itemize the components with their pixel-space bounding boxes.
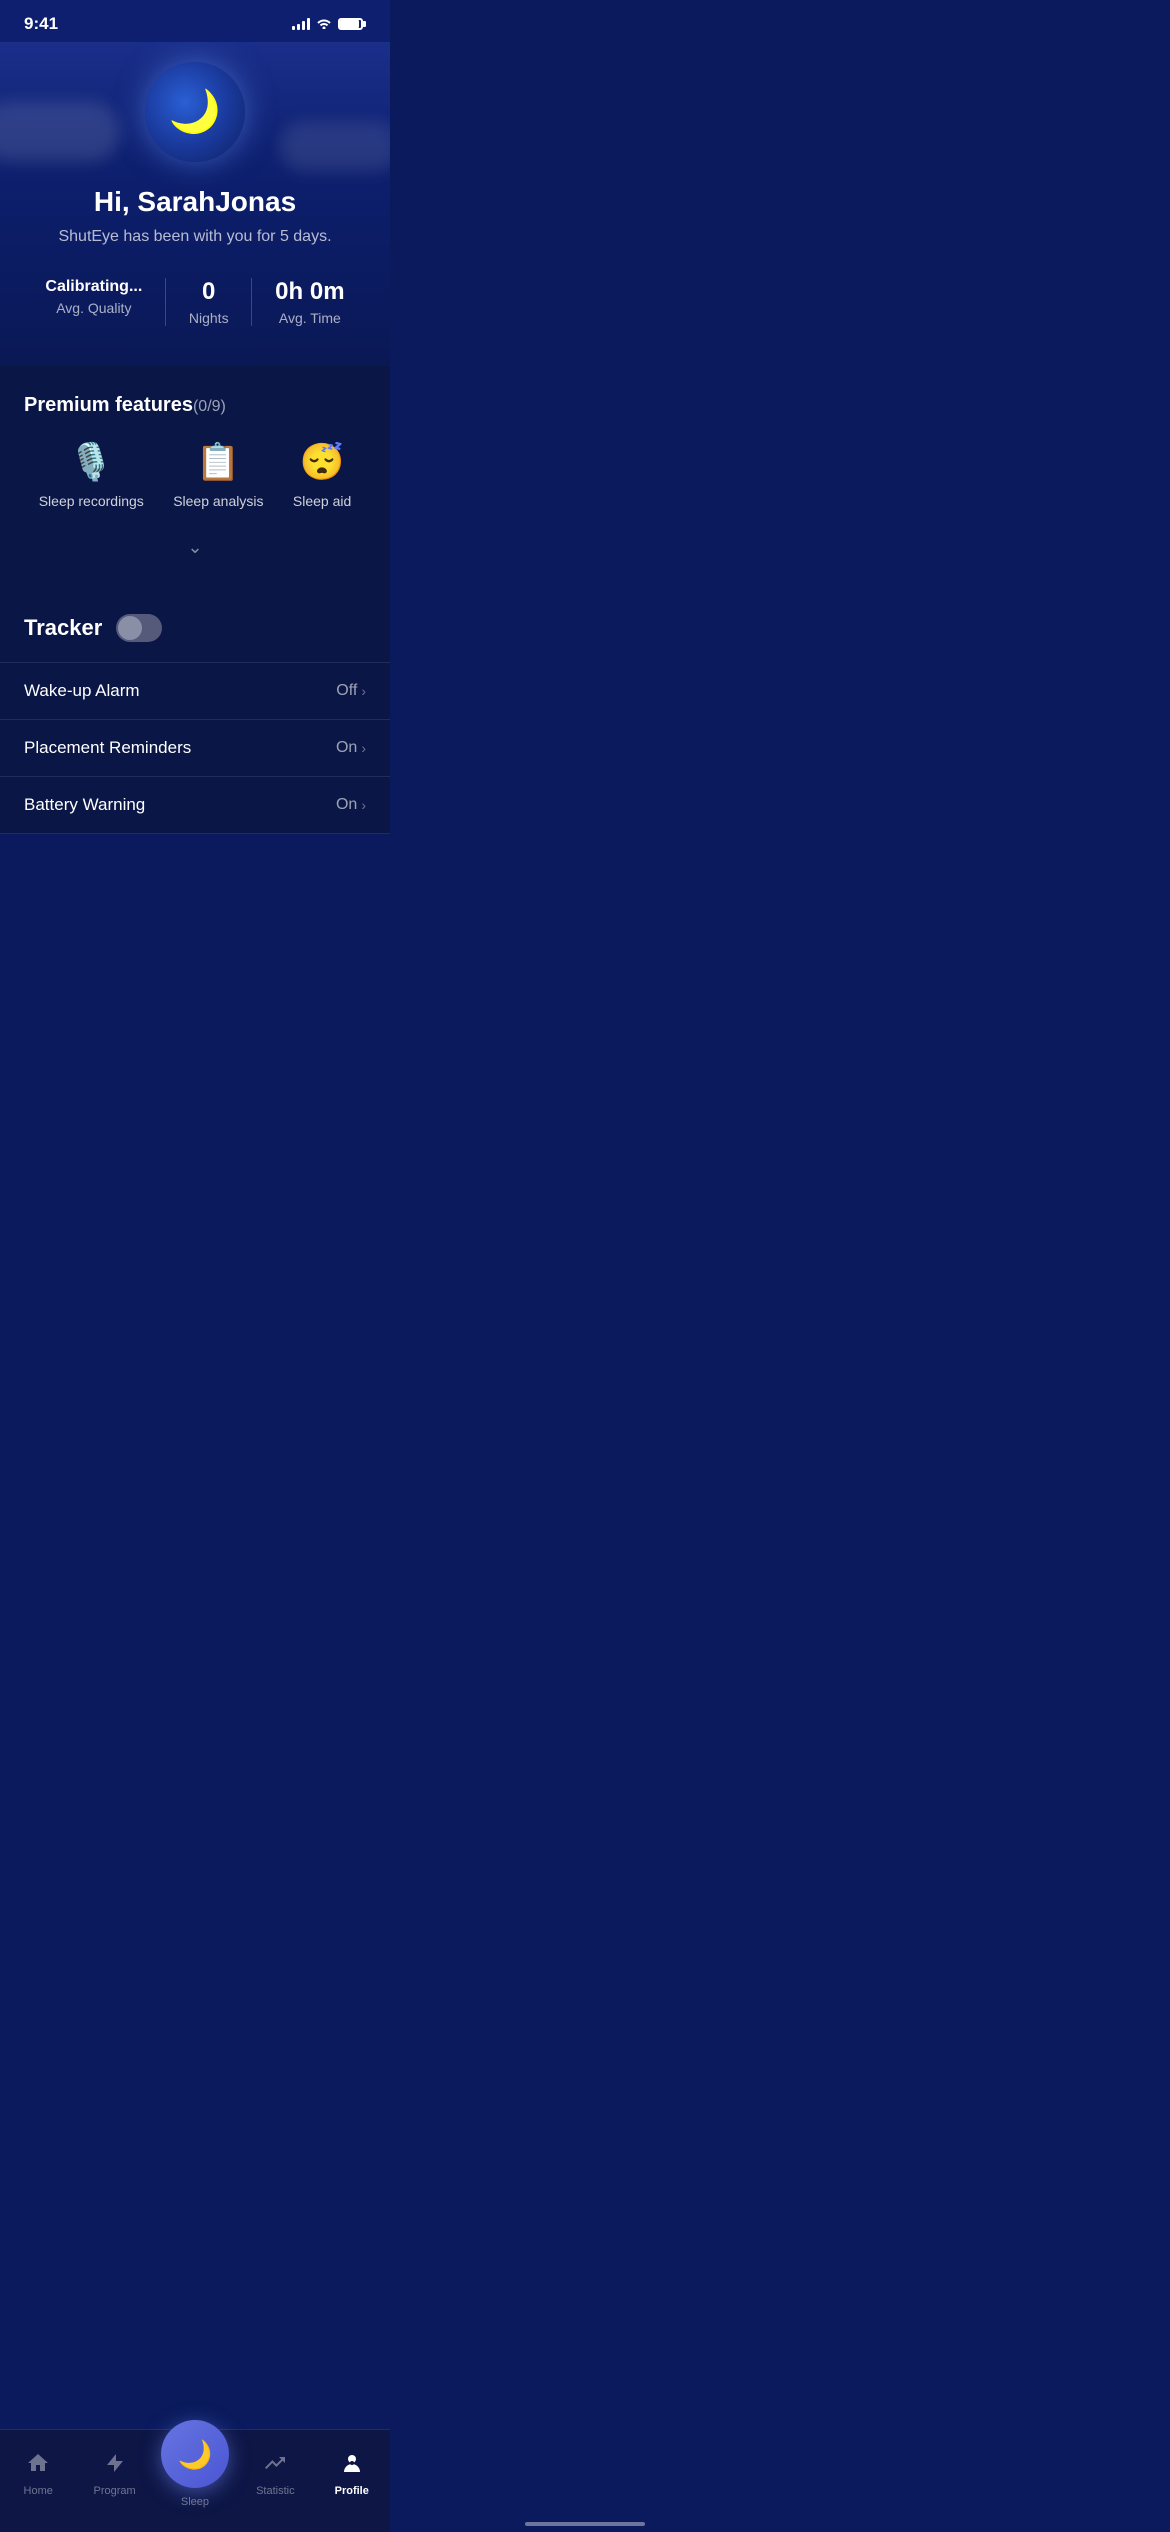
features-row: 🎙️ Sleep recordings 📋 Sleep analysis 😴 S… [24, 441, 366, 509]
stat-divider-2 [251, 278, 252, 326]
chevron-right-icon-2: › [361, 740, 366, 756]
main-content: Premium features(0/9) 🎙️ Sleep recording… [0, 366, 390, 834]
chevron-right-icon: › [361, 683, 366, 699]
status-bar: 9:41 [0, 0, 390, 42]
avg-quality-label: Avg. Quality [45, 300, 142, 316]
expand-features-button[interactable]: ⌄ [24, 529, 366, 574]
sleep-label: Sleep [181, 2496, 209, 2508]
profile-icon [340, 2451, 364, 2481]
bottom-navigation: Home Program 🌙 Sleep Statistic [0, 2429, 390, 2532]
placement-reminders-value: On › [336, 739, 366, 757]
home-indicator [525, 2522, 645, 2526]
hero-section: Hi, SarahJonas ShutEye has been with you… [0, 42, 390, 366]
sleep-moon-icon: 🌙 [178, 2438, 213, 2471]
sleep-button[interactable]: 🌙 [161, 2420, 229, 2488]
app-logo [145, 62, 245, 162]
cloud-decoration-right [280, 122, 390, 172]
feature-sleep-aid[interactable]: 😴 Sleep aid [293, 441, 351, 509]
subtitle-text: ShutEye has been with you for 5 days. [24, 228, 366, 246]
sleep-recordings-icon: 🎙️ [69, 441, 114, 483]
sleep-recordings-label: Sleep recordings [39, 493, 144, 509]
cloud-decoration-left [0, 102, 120, 162]
stat-divider-1 [165, 278, 166, 326]
placement-reminders-row[interactable]: Placement Reminders On › [0, 720, 390, 777]
avg-time-value: 0h 0m [275, 278, 344, 306]
stats-row: Calibrating... Avg. Quality 0 Nights 0h … [24, 278, 366, 326]
nights-label: Nights [189, 310, 229, 326]
status-time: 9:41 [24, 14, 58, 34]
sleep-aid-label: Sleep aid [293, 493, 351, 509]
battery-warning-value: On › [336, 796, 366, 814]
battery-icon [338, 18, 366, 30]
wakeup-alarm-value: Off › [336, 682, 366, 700]
signal-icon [292, 18, 310, 30]
nav-home[interactable]: Home [8, 2451, 68, 2497]
statistic-icon [263, 2451, 287, 2481]
chevron-right-icon-3: › [361, 797, 366, 813]
avg-quality-stat: Calibrating... Avg. Quality [45, 278, 142, 326]
moon-icon [170, 87, 220, 137]
sleep-analysis-icon: 📋 [196, 441, 241, 483]
home-icon [26, 2451, 50, 2481]
feature-sleep-analysis[interactable]: 📋 Sleep analysis [173, 441, 263, 509]
wakeup-alarm-row[interactable]: Wake-up Alarm Off › [0, 663, 390, 720]
avg-time-stat: 0h 0m Avg. Time [275, 278, 344, 326]
nav-statistic[interactable]: Statistic [245, 2451, 305, 2497]
premium-title: Premium features(0/9) [24, 394, 366, 417]
home-label: Home [24, 2485, 53, 2497]
program-label: Program [93, 2485, 135, 2497]
nights-value: 0 [189, 278, 229, 306]
wakeup-alarm-label: Wake-up Alarm [24, 681, 140, 701]
premium-section: Premium features(0/9) 🎙️ Sleep recording… [0, 366, 390, 590]
sleep-aid-icon: 😴 [300, 441, 345, 483]
nav-sleep[interactable]: 🌙 Sleep [161, 2440, 229, 2508]
tracker-toggle[interactable] [116, 614, 162, 642]
battery-warning-row[interactable]: Battery Warning On › [0, 777, 390, 834]
statistic-label: Statistic [256, 2485, 295, 2497]
settings-list: Wake-up Alarm Off › Placement Reminders … [0, 662, 390, 834]
status-icons [292, 17, 366, 32]
nav-profile[interactable]: Profile [322, 2451, 382, 2497]
wifi-icon [316, 17, 332, 32]
chevron-down-icon: ⌄ [187, 537, 202, 558]
avg-time-label: Avg. Time [275, 310, 344, 326]
tracker-section: Tracker [0, 590, 390, 642]
sleep-analysis-label: Sleep analysis [173, 493, 263, 509]
nights-stat: 0 Nights [189, 278, 229, 326]
tracker-title: Tracker [24, 615, 102, 641]
feature-sleep-recordings[interactable]: 🎙️ Sleep recordings [39, 441, 144, 509]
toggle-knob [118, 616, 142, 640]
tracker-header: Tracker [24, 614, 366, 642]
placement-reminders-label: Placement Reminders [24, 738, 191, 758]
profile-label: Profile [335, 2485, 369, 2497]
nav-program[interactable]: Program [85, 2451, 145, 2497]
program-icon [103, 2451, 127, 2481]
greeting-text: Hi, SarahJonas [24, 186, 366, 218]
battery-warning-label: Battery Warning [24, 795, 145, 815]
avg-quality-value: Calibrating... [45, 278, 142, 296]
